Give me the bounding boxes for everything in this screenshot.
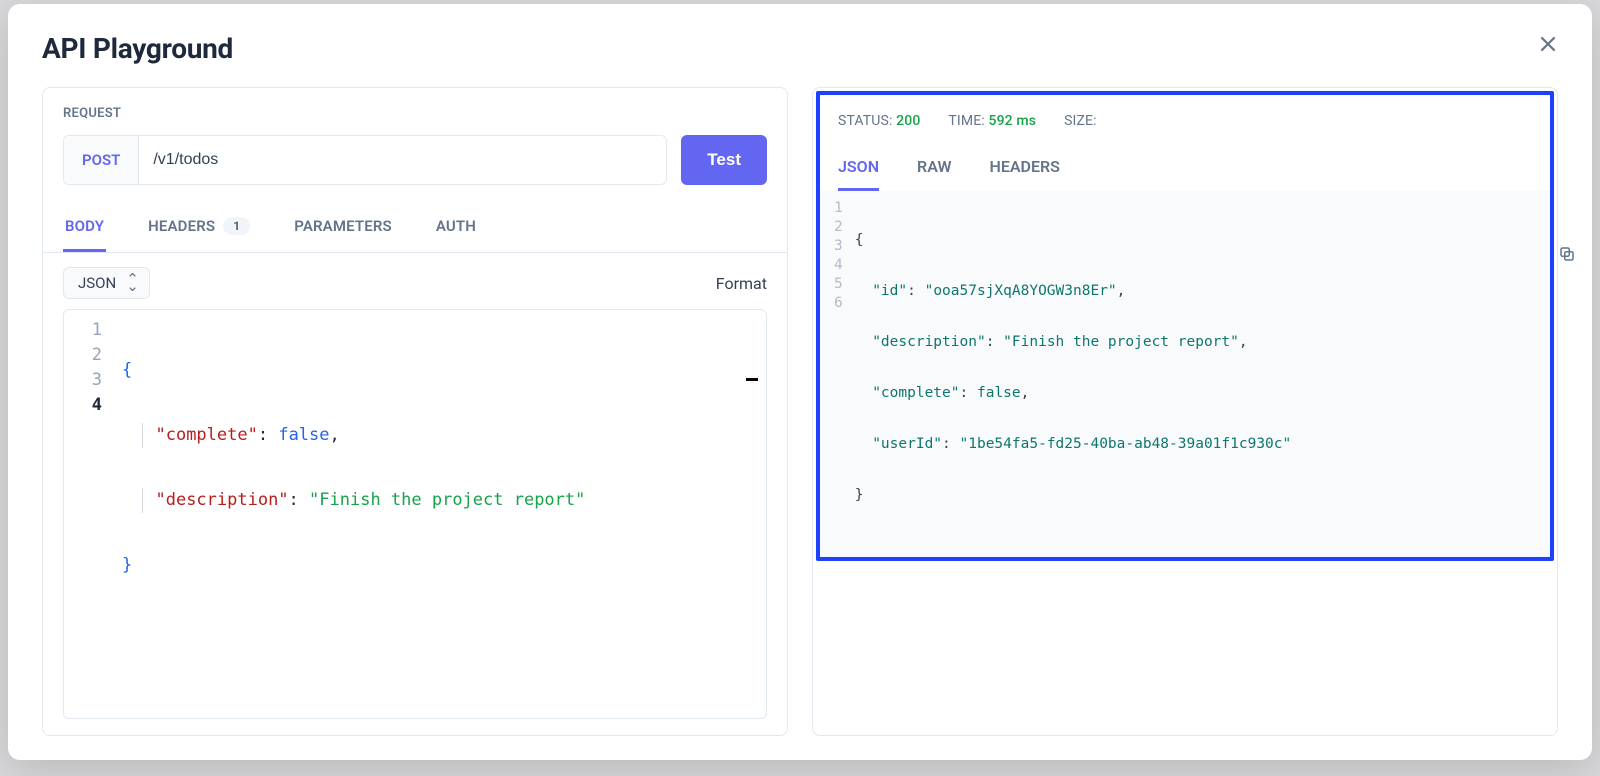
tab-body[interactable]: BODY <box>63 201 106 252</box>
tab-headers[interactable]: HEADERS1 <box>146 201 252 252</box>
tab-response-headers[interactable]: HEADERS <box>990 145 1060 191</box>
response-code[interactable]: { "id": "ooa57sjXqA8YOGW3n8Er", "descrip… <box>855 199 1292 537</box>
editor-code[interactable]: { "complete": false, "description": "Fin… <box>112 310 766 718</box>
editor-gutter: 1234 <box>64 310 112 718</box>
chevron-updown-icon: ⌃⌄ <box>126 276 139 290</box>
page-title: API Playground <box>42 32 1558 65</box>
api-playground-modal: API Playground REQUEST POST Test BODY HE… <box>8 4 1592 760</box>
time-value: 592 ms <box>988 113 1036 129</box>
editor-cursor <box>746 378 758 381</box>
response-meta: STATUS: 200 TIME: 592 ms SIZE: <box>820 95 1550 129</box>
request-panel: REQUEST POST Test BODY HEADERS1 PARAMETE… <box>42 87 788 736</box>
response-highlight-box: STATUS: 200 TIME: 592 ms SIZE: JSON RAW … <box>816 91 1554 561</box>
tab-raw[interactable]: RAW <box>917 145 951 191</box>
copy-button[interactable] <box>1556 244 1578 266</box>
response-body: 123456 { "id": "ooa57sjXqA8YOGW3n8Er", "… <box>820 191 1550 557</box>
copy-icon <box>1558 245 1576 263</box>
request-body-editor[interactable]: 1234 { "complete": false, "description":… <box>63 309 767 719</box>
request-tabs: BODY HEADERS1 PARAMETERS AUTH <box>43 201 787 253</box>
test-button[interactable]: Test <box>681 135 767 185</box>
response-gutter: 123456 <box>820 199 855 537</box>
body-format-select[interactable]: JSON ⌃⌄ <box>63 267 150 299</box>
tab-json[interactable]: JSON <box>838 145 879 191</box>
response-panel: STATUS: 200 TIME: 592 ms SIZE: JSON RAW … <box>812 87 1558 736</box>
close-button[interactable] <box>1534 30 1562 58</box>
tab-auth[interactable]: AUTH <box>434 201 478 252</box>
format-button[interactable]: Format <box>716 274 767 293</box>
close-icon <box>1538 34 1558 54</box>
tab-parameters[interactable]: PARAMETERS <box>292 201 394 252</box>
request-label: REQUEST <box>43 88 787 135</box>
http-method-select[interactable]: POST <box>64 136 139 184</box>
headers-count-badge: 1 <box>223 217 250 235</box>
path-input[interactable] <box>139 136 666 184</box>
status-value: 200 <box>896 113 920 129</box>
response-tabs: JSON RAW HEADERS <box>820 145 1550 191</box>
url-box: POST <box>63 135 667 185</box>
